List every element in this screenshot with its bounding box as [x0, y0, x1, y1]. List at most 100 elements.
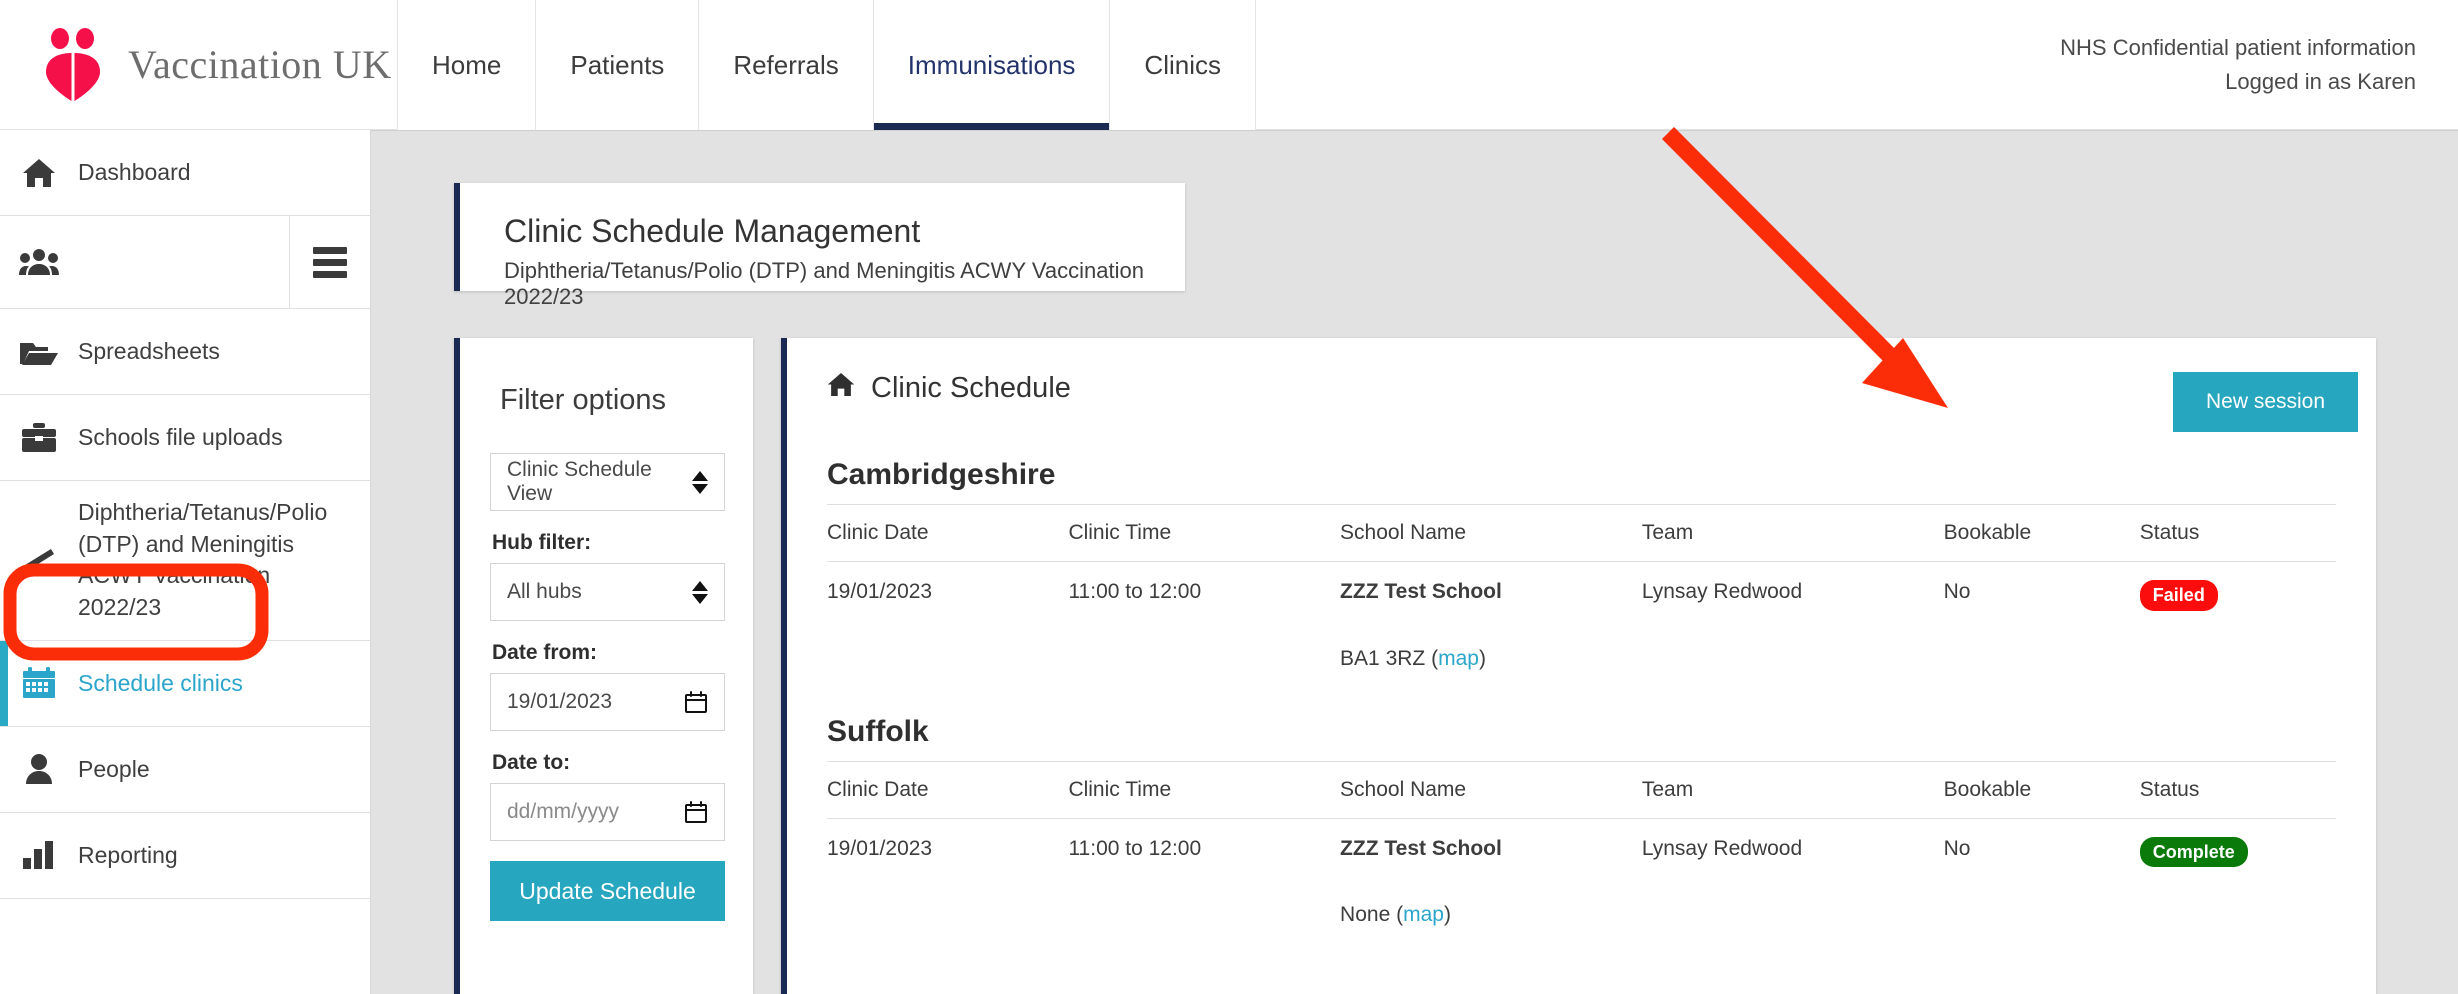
updown-spinner-icon — [692, 580, 708, 604]
date-from-input[interactable]: 19/01/2023 — [490, 673, 725, 731]
hub-filter-label: Hub filter: — [492, 531, 592, 554]
cell-empty — [2140, 629, 2336, 689]
logged-in-as: Logged in as Karen — [2225, 68, 2416, 94]
column-header-bookable: Bookable — [1943, 760, 2140, 819]
cell-empty — [1068, 885, 1340, 945]
sidebar-item-dtp-acwy-programme[interactable]: Diphtheria/Tetanus/Polio (DTP) and Menin… — [0, 481, 370, 641]
sidebar-item-label: Reporting — [78, 841, 178, 868]
top-header: Vaccination UK Home Patients Referrals I… — [0, 0, 2458, 130]
map-link[interactable]: map — [1438, 647, 1479, 670]
clinic-schedule-heading: Clinic Schedule — [871, 372, 1071, 404]
map-link[interactable]: map — [1403, 903, 1444, 926]
clinic-schedule-heading-wrap: Clinic Schedule — [827, 372, 1071, 405]
cell-empty — [1068, 629, 1340, 689]
clinic-schedule-view-value: Clinic Schedule View — [507, 458, 652, 505]
region-section: Cambridgeshire Clinic Date Clinic Time S… — [787, 458, 2376, 689]
sidebar-item-people-group-row — [0, 216, 370, 309]
sidebar-item-schedule-clinics[interactable]: Schedule clinics — [0, 640, 370, 727]
status-badge: Failed — [2139, 580, 2218, 611]
column-header-status: Status — [2139, 760, 2336, 819]
column-header-team: Team — [1641, 760, 1944, 819]
cell-school-name: ZZZ Test School — [1340, 836, 1502, 860]
nav-tab-immunisations[interactable]: Immunisations — [872, 0, 1111, 130]
cell-team: Lynsay Redwood — [1641, 580, 1803, 603]
confidential-notice: NHS Confidential patient information — [2060, 34, 2416, 60]
cell-empty — [827, 629, 1068, 689]
briefcase-icon — [0, 422, 78, 453]
date-to-input[interactable]: dd/mm/yyyy — [490, 783, 725, 841]
column-header-status: Status — [2139, 504, 2336, 562]
sidebar: Dashboard Spreadsheets Schools file uplo… — [0, 130, 371, 994]
sidebar-item-dashboard[interactable]: Dashboard — [0, 130, 370, 216]
sidebar-item-label: Dashboard — [78, 158, 191, 185]
sidebar-item-label: Schedule clinics — [78, 669, 243, 696]
table-header-row: Clinic Date Clinic Time School Name Team… — [827, 504, 2336, 562]
cell-team: Lynsay Redwood — [1641, 836, 1803, 860]
date-to-label: Date to: — [492, 751, 571, 774]
status-badge: Complete — [2139, 836, 2248, 868]
sidebar-item-schools-file-uploads[interactable]: Schools file uploads — [0, 395, 370, 481]
app-root: Vaccination UK Home Patients Referrals I… — [0, 0, 2458, 994]
table-header-row: Clinic Date Clinic Time School Name Team… — [827, 760, 2336, 819]
nav-tab-referrals[interactable]: Referrals — [698, 0, 874, 130]
sidebar-item-reporting[interactable]: Reporting — [0, 812, 370, 899]
bar-chart-icon — [0, 841, 78, 870]
nav-tab-home[interactable]: Home — [397, 0, 537, 130]
page-subtitle: Diphtheria/Tetanus/Polio (DTP) and Menin… — [504, 257, 1144, 309]
clinic-schedule-table: Clinic Date Clinic Time School Name Team… — [827, 760, 2336, 946]
brand[interactable]: Vaccination UK — [0, 0, 398, 129]
main-navigation: Home Patients Referrals Immunisations Cl… — [397, 0, 1256, 130]
table-row[interactable]: 19/01/2023 11:00 to 12:00 ZZZ Test Schoo… — [827, 818, 2336, 885]
column-header-bookable: Bookable — [1943, 504, 2140, 562]
sidebar-item-spreadsheets[interactable]: Spreadsheets — [0, 309, 370, 395]
cell-bookable: No — [1943, 580, 1971, 603]
date-from-value: 19/01/2023 — [507, 690, 613, 713]
clinic-schedule-card: Clinic Schedule New session Cambridgeshi… — [781, 338, 2376, 994]
cell-empty — [1944, 885, 2140, 945]
cell-status: Complete — [2139, 818, 2336, 885]
sidebar-item-people[interactable]: People — [0, 726, 370, 813]
address-text: BA1 3RZ — [1340, 646, 1426, 670]
sidebar-item-people-group[interactable] — [0, 216, 289, 308]
main-content: Clinic Schedule Management Diphtheria/Te… — [371, 130, 2458, 994]
hub-filter-select[interactable]: All hubs — [490, 563, 725, 621]
two-people-heart-logo-icon — [40, 27, 106, 102]
person-icon — [0, 754, 78, 785]
column-header-school-name: School Name — [1340, 504, 1642, 562]
calendar-icon — [0, 667, 78, 699]
region-name: Cambridgeshire — [827, 458, 1056, 491]
cell-clinic-time: 11:00 to 12:00 — [1068, 836, 1202, 860]
updown-spinner-icon — [692, 470, 708, 494]
calendar-picker-icon[interactable] — [684, 800, 708, 824]
new-session-button[interactable]: New session — [2173, 372, 2358, 432]
clinic-schedule-view-select[interactable]: Clinic Schedule View — [490, 453, 725, 511]
address-text: None — [1340, 903, 1391, 927]
home-icon — [827, 372, 855, 405]
sidebar-item-label: Diphtheria/Tetanus/Polio (DTP) and Menin… — [78, 499, 328, 621]
folder-open-icon — [0, 338, 78, 366]
cell-clinic-date: 19/01/2023 — [827, 580, 933, 603]
home-icon — [0, 158, 78, 188]
sidebar-item-label: Schools file uploads — [78, 423, 283, 450]
cell-status: Failed — [2139, 562, 2336, 629]
sidebar-item-label: Spreadsheets — [78, 337, 220, 364]
update-schedule-button[interactable]: Update Schedule — [490, 861, 725, 921]
date-from-label: Date from: — [492, 641, 598, 664]
header-user-info: NHS Confidential patient information Log… — [2060, 0, 2458, 129]
cell-clinic-time: 11:00 to 12:00 — [1068, 580, 1202, 603]
brand-name: Vaccination UK — [128, 42, 392, 87]
column-header-team: Team — [1641, 504, 1944, 562]
hub-filter-value: All hubs — [507, 580, 582, 603]
table-row[interactable]: 19/01/2023 11:00 to 12:00 ZZZ Test Schoo… — [827, 562, 2336, 629]
cell-address: BA1 3RZ (map) — [1340, 646, 1486, 670]
people-group-icon — [0, 248, 78, 276]
cell-empty — [827, 885, 1068, 945]
clinic-schedule-table: Clinic Date Clinic Time School Name Team… — [827, 504, 2336, 689]
clinic-schedule-header: Clinic Schedule New session — [787, 338, 2376, 432]
nav-tab-patients[interactable]: Patients — [535, 0, 700, 130]
calendar-picker-icon[interactable] — [684, 690, 708, 714]
hamburger-menu-icon[interactable] — [289, 216, 370, 308]
filter-options-heading: Filter options — [500, 384, 667, 416]
nav-tab-clinics[interactable]: Clinics — [1109, 0, 1256, 130]
table-row-address: BA1 3RZ (map) — [827, 629, 2336, 689]
